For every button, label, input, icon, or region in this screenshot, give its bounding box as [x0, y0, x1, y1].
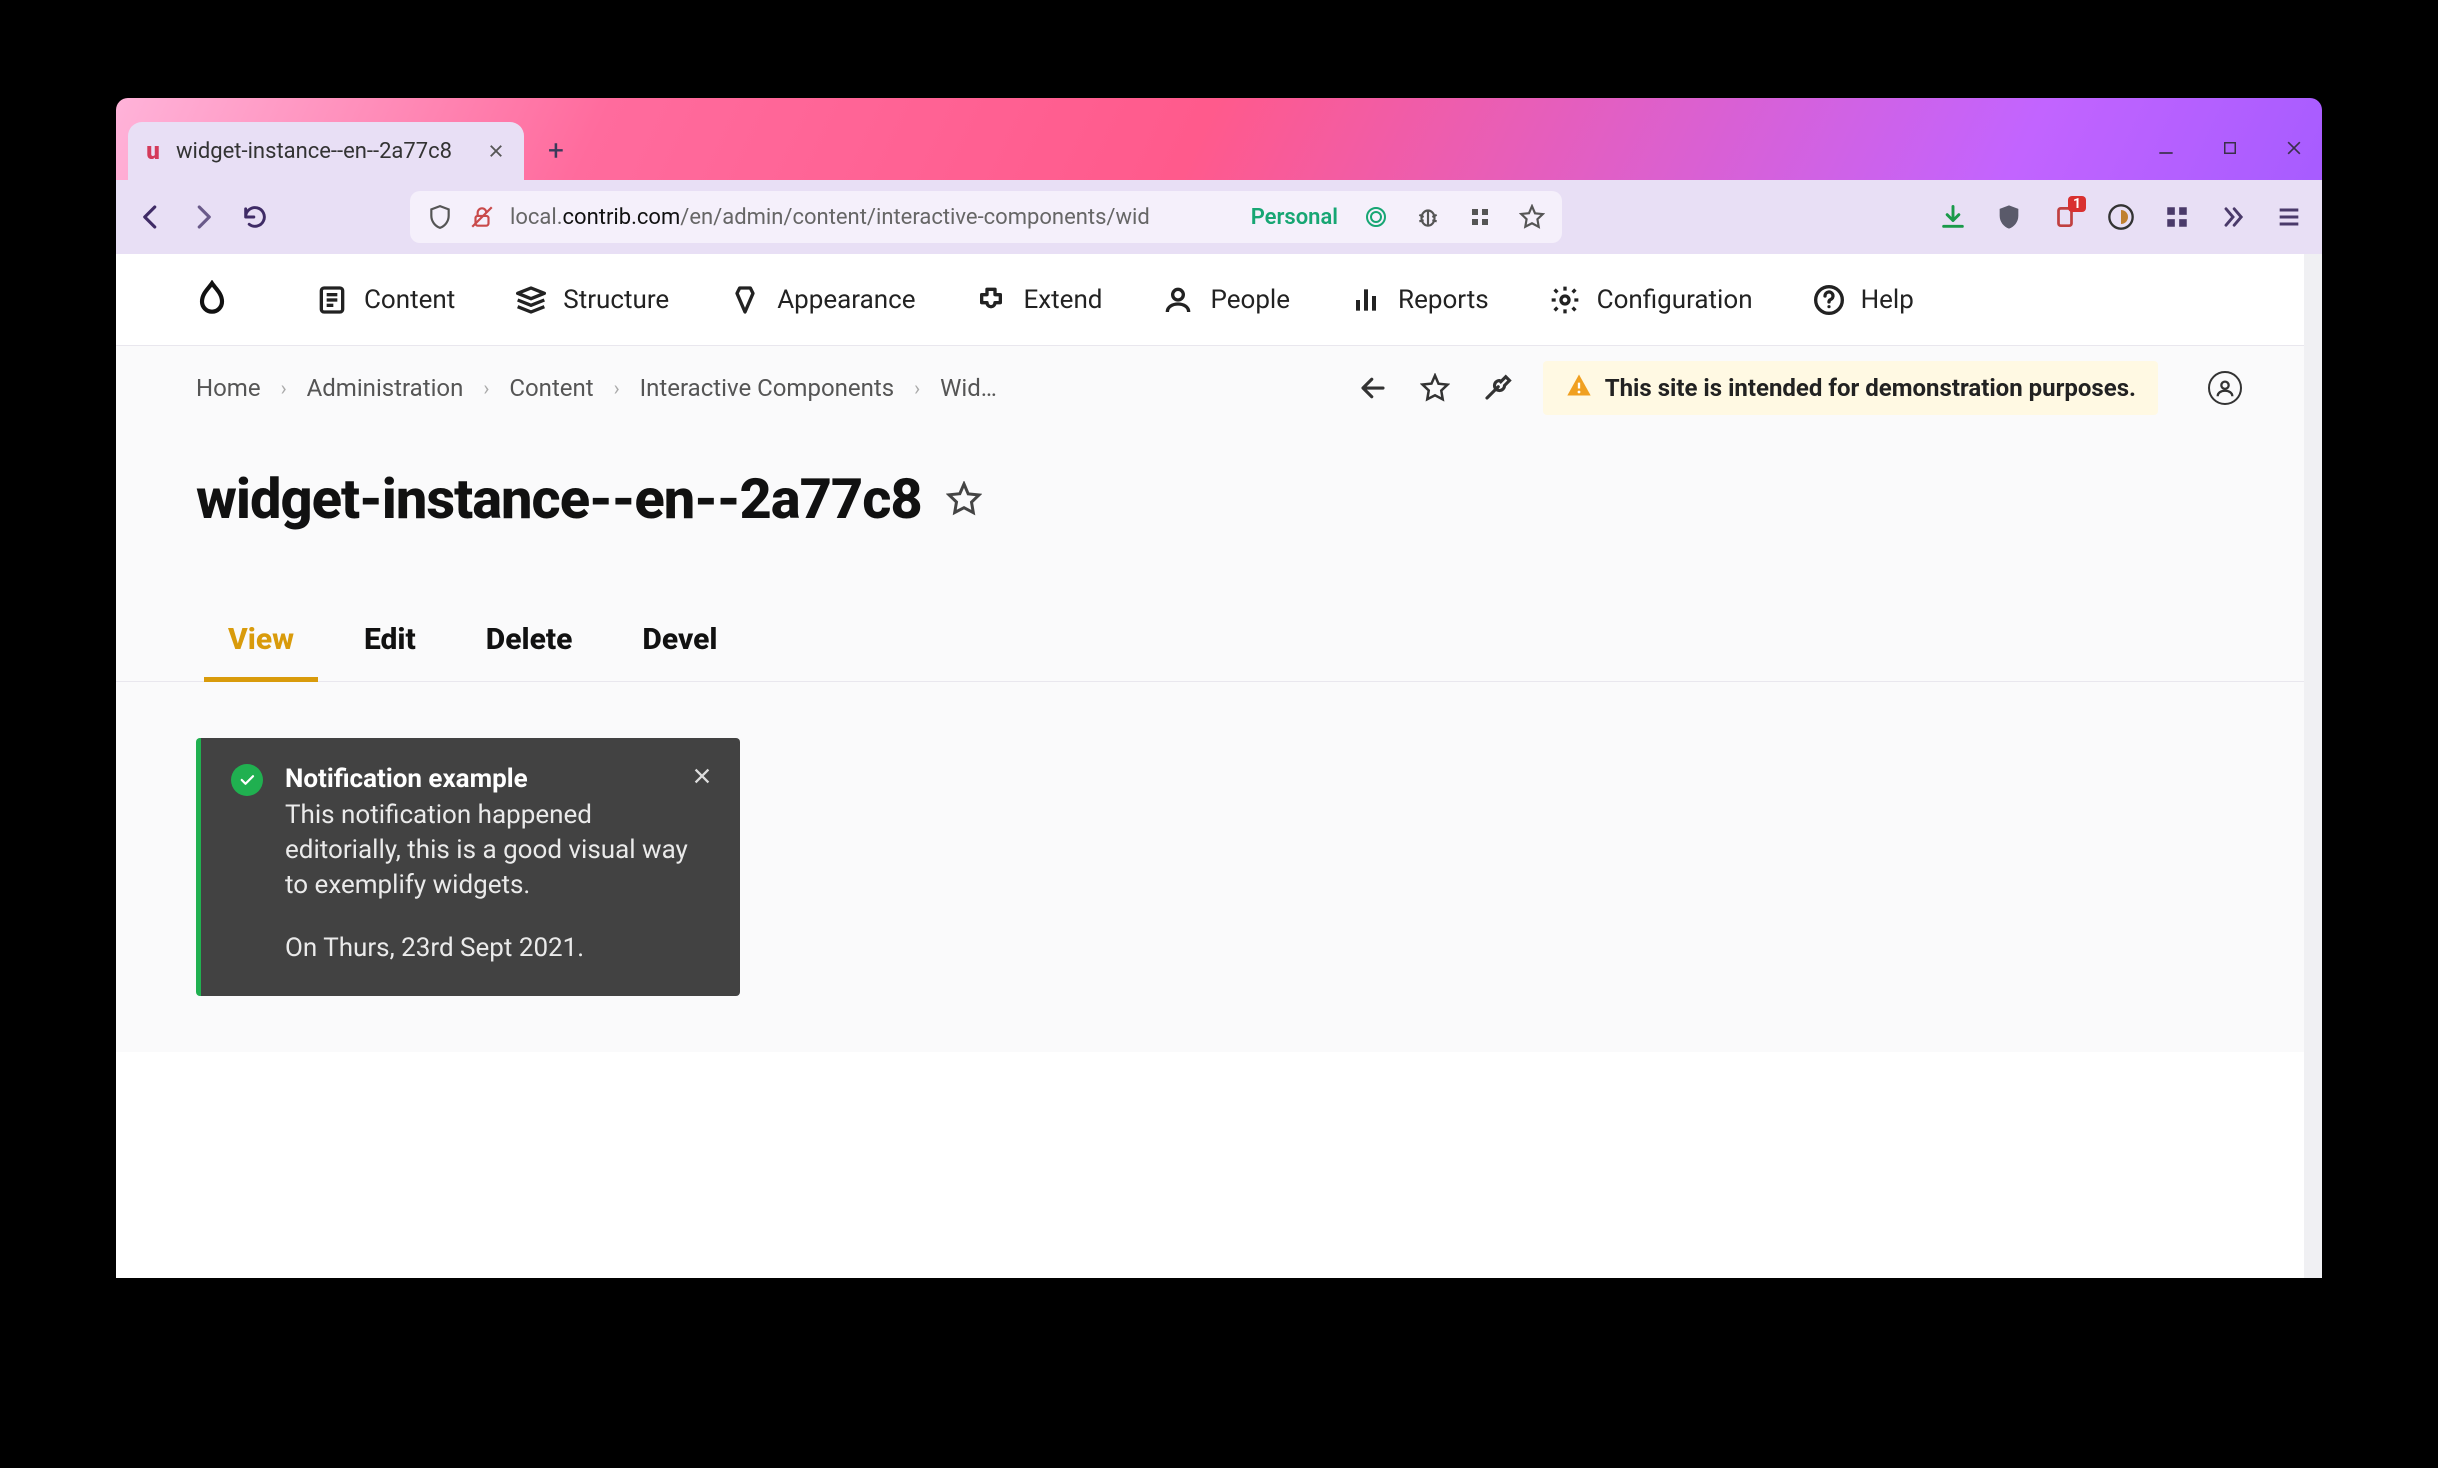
- extension-grid-icon[interactable]: [2162, 202, 2192, 232]
- notification-body: This notification happened editorially, …: [285, 798, 710, 966]
- page-tabs: View Edit Delete Devel: [116, 532, 2322, 682]
- tab-strip: u widget-instance--en--2a77c8 +: [116, 98, 2322, 180]
- tab-edit[interactable]: Edit: [364, 622, 416, 681]
- shield-icon[interactable]: [426, 203, 454, 231]
- breadcrumb-item[interactable]: Wid…: [940, 374, 997, 402]
- tab-view[interactable]: View: [228, 622, 294, 681]
- user-account-icon[interactable]: [2208, 371, 2242, 405]
- tab-close-icon[interactable]: [484, 139, 508, 163]
- hamburger-menu-icon[interactable]: [2274, 202, 2304, 232]
- chevron-right-icon: ›: [281, 376, 287, 400]
- bookmark-star-icon[interactable]: [1518, 203, 1546, 231]
- nav-forward-button[interactable]: [186, 200, 220, 234]
- breadcrumb-item[interactable]: Content: [509, 374, 593, 402]
- success-check-icon: [231, 764, 263, 796]
- extension-circle-icon[interactable]: [2106, 202, 2136, 232]
- tab-delete[interactable]: Delete: [486, 622, 573, 681]
- bc-star-icon[interactable]: [1419, 372, 1451, 404]
- window-maximize-icon[interactable]: [2216, 134, 2244, 162]
- scrollbar-track[interactable]: [2304, 254, 2322, 1278]
- browser-toolbar-icons: 1: [1938, 202, 2304, 232]
- admin-menu-appearance[interactable]: Appearance: [729, 284, 915, 316]
- breadcrumb-item[interactable]: Administration: [307, 374, 464, 402]
- admin-menu-help[interactable]: Help: [1813, 284, 1914, 316]
- nav-back-button[interactable]: [134, 200, 168, 234]
- container-personal-label: Personal: [1251, 205, 1338, 230]
- extension-red-icon[interactable]: 1: [2050, 202, 2080, 232]
- bc-back-arrow-icon[interactable]: [1357, 372, 1389, 404]
- browser-tab[interactable]: u widget-instance--en--2a77c8: [128, 122, 524, 180]
- warning-triangle-icon: [1565, 371, 1593, 405]
- page-title-row: widget-instance--en--2a77c8: [116, 430, 2322, 532]
- ublock-shield-icon[interactable]: [1994, 202, 2024, 232]
- window-controls: [2152, 134, 2308, 162]
- browser-window: u widget-instance--en--2a77c8 + local.co…: [116, 98, 2322, 1278]
- admin-menu-structure[interactable]: Structure: [515, 284, 669, 316]
- title-star-icon[interactable]: [946, 481, 982, 517]
- admin-menu-content[interactable]: Content: [316, 284, 455, 316]
- nav-reload-button[interactable]: [238, 200, 272, 234]
- new-tab-button[interactable]: +: [536, 130, 576, 170]
- demo-banner-text: This site is intended for demonstration …: [1605, 374, 2136, 402]
- content-area: Notification example This notification h…: [116, 682, 2322, 1052]
- insecure-lock-icon[interactable]: [468, 203, 496, 231]
- demo-warning-banner: This site is intended for demonstration …: [1543, 361, 2158, 415]
- admin-menu-reports[interactable]: Reports: [1350, 284, 1489, 316]
- bug-icon[interactable]: [1414, 203, 1442, 231]
- tab-favicon-icon: u: [140, 138, 166, 164]
- url-text: local.contrib.com/en/admin/content/inter…: [510, 205, 1150, 230]
- admin-toolbar: Content Structure Appearance Extend Peop…: [116, 254, 2322, 346]
- chevron-right-icon: ›: [614, 376, 620, 400]
- notification-close-icon[interactable]: [690, 764, 714, 788]
- container-spiral-icon[interactable]: [1362, 203, 1390, 231]
- downloads-icon[interactable]: [1938, 202, 1968, 232]
- apps-grid-icon[interactable]: [1466, 203, 1494, 231]
- breadcrumb-row: Home › Administration › Content › Intera…: [116, 346, 2322, 430]
- address-bar-row: local.contrib.com/en/admin/content/inter…: [116, 180, 2322, 254]
- tab-title: widget-instance--en--2a77c8: [176, 139, 474, 164]
- page-title: widget-instance--en--2a77c8: [196, 466, 922, 532]
- address-bar[interactable]: local.contrib.com/en/admin/content/inter…: [410, 191, 1562, 243]
- notification-card: Notification example This notification h…: [196, 738, 740, 996]
- window-close-icon[interactable]: [2280, 134, 2308, 162]
- admin-menu-configuration[interactable]: Configuration: [1549, 284, 1753, 316]
- chevron-right-icon: ›: [914, 376, 920, 400]
- admin-menu-extend[interactable]: Extend: [975, 284, 1102, 316]
- breadcrumb-item[interactable]: Interactive Components: [640, 374, 894, 402]
- admin-menu-people[interactable]: People: [1162, 284, 1290, 316]
- window-minimize-icon[interactable]: [2152, 134, 2180, 162]
- page-content: Content Structure Appearance Extend Peop…: [116, 254, 2322, 1278]
- drupal-logo-icon[interactable]: [192, 280, 232, 320]
- breadcrumb-item[interactable]: Home: [196, 374, 261, 402]
- notification-title: Notification example: [285, 764, 710, 794]
- bc-wrench-icon[interactable]: [1481, 372, 1513, 404]
- chevron-right-icon: ›: [483, 376, 489, 400]
- tab-devel[interactable]: Devel: [642, 622, 717, 681]
- overflow-chevron-icon[interactable]: [2218, 202, 2248, 232]
